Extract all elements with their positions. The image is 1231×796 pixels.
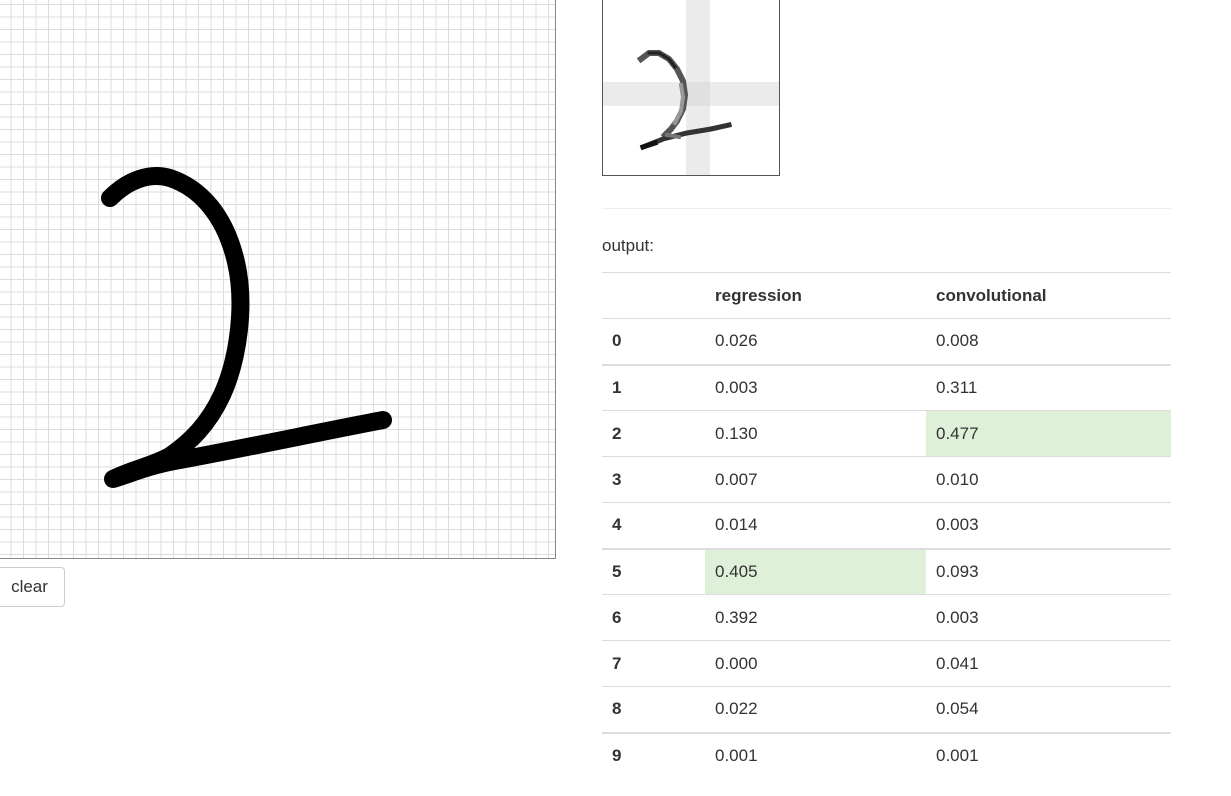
convolutional-score: 0.003 — [926, 594, 1171, 641]
regression-score-top: 0.405 — [705, 547, 926, 595]
regression-score: 0.014 — [705, 502, 926, 549]
regression-score: 0.022 — [705, 686, 926, 733]
table-row: 5 0.405 0.093 — [602, 547, 1171, 595]
regression-score: 0.001 — [705, 731, 926, 779]
table-row: 6 0.392 0.003 — [602, 594, 1171, 641]
convolutional-score: 0.008 — [926, 318, 1171, 365]
regression-score: 0.130 — [705, 410, 926, 457]
clear-button[interactable]: clear — [0, 567, 65, 607]
table-row: 9 0.001 0.001 — [602, 731, 1171, 779]
handwritten-digit-stroke — [101, 167, 392, 488]
digit-label: 1 — [602, 363, 705, 411]
convolutional-score: 0.003 — [926, 502, 1171, 549]
digit-label: 8 — [602, 686, 705, 733]
table-row: 4 0.014 0.003 — [602, 502, 1171, 549]
table-row: 2 0.130 0.477 — [602, 410, 1171, 457]
digit-recognizer-page: clear output: regression convolutional 0… — [0, 0, 1231, 796]
table-row: 3 0.007 0.010 — [602, 456, 1171, 503]
column-header-convolutional: convolutional — [926, 272, 1171, 319]
regression-score: 0.392 — [705, 594, 926, 641]
table-row: 1 0.003 0.311 — [602, 363, 1171, 411]
digit-label: 3 — [602, 456, 705, 503]
column-header-digit — [602, 272, 705, 319]
results-table: regression convolutional 0 0.026 0.008 1… — [602, 272, 1171, 779]
digit-label: 7 — [602, 640, 705, 687]
regression-score: 0.007 — [705, 456, 926, 503]
regression-score: 0.026 — [705, 318, 926, 365]
section-divider — [602, 208, 1171, 209]
table-row: 0 0.026 0.008 — [602, 318, 1171, 365]
convolutional-score: 0.001 — [926, 731, 1171, 779]
table-row: 8 0.022 0.054 — [602, 686, 1171, 733]
output-label: output: — [602, 236, 654, 255]
regression-score: 0.003 — [705, 363, 926, 411]
table-header-row: regression convolutional — [602, 272, 1171, 319]
convolutional-score: 0.054 — [926, 686, 1171, 733]
digit-label: 5 — [602, 547, 705, 595]
regression-score: 0.000 — [705, 640, 926, 687]
convolutional-score: 0.093 — [926, 547, 1171, 595]
digit-label: 0 — [602, 318, 705, 365]
input-preview-image — [602, 0, 780, 176]
digit-label: 6 — [602, 594, 705, 641]
convolutional-score-top: 0.477 — [926, 410, 1171, 457]
drawing-canvas[interactable] — [0, 0, 556, 559]
convolutional-score: 0.010 — [926, 456, 1171, 503]
digit-label: 2 — [602, 410, 705, 457]
digit-label: 9 — [602, 731, 705, 779]
column-header-regression: regression — [705, 272, 926, 319]
convolutional-score: 0.311 — [926, 363, 1171, 411]
digit-label: 4 — [602, 502, 705, 549]
convolutional-score: 0.041 — [926, 640, 1171, 687]
table-row: 7 0.000 0.041 — [602, 640, 1171, 687]
